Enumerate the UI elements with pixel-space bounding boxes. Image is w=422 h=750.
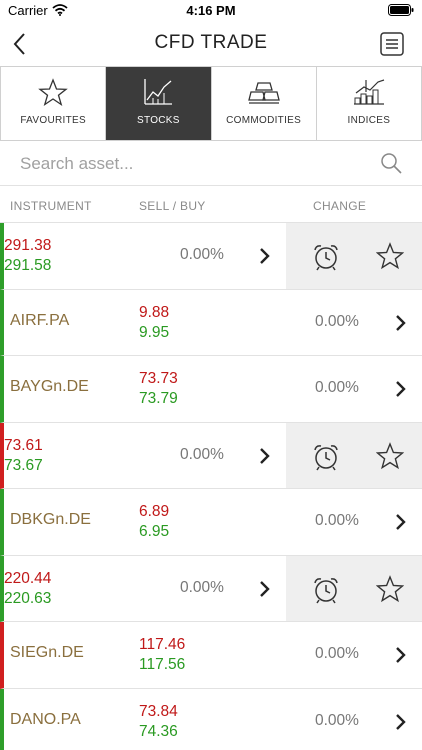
chevron-right-icon[interactable]: [394, 711, 408, 733]
star-icon: [38, 78, 68, 107]
battery-icon: [388, 4, 414, 16]
instrument-name: DANO.PA: [10, 710, 81, 728]
column-headers: INSTRUMENT SELL / BUY CHANGE: [0, 186, 422, 223]
row-actions: [286, 422, 422, 488]
change-value: 0.00%: [180, 445, 224, 463]
sell-price: 73.61: [4, 436, 43, 454]
instrument-name: DBKGn.DE: [10, 511, 91, 528]
table-row[interactable]: 220.44 220.63 0.00%: [0, 555, 422, 622]
alarm-clock-icon[interactable]: [312, 576, 340, 604]
sell-price: 73.84: [139, 702, 178, 720]
star-icon[interactable]: [376, 574, 404, 603]
column-header-instrument: INSTRUMENT: [10, 199, 92, 213]
alarm-clock-icon[interactable]: [312, 243, 340, 271]
sell-price: 6.89: [139, 503, 170, 520]
chevron-left-icon: [13, 33, 25, 55]
status-bar: Carrier 4:16 PM: [0, 0, 422, 22]
change-value: 0.00%: [315, 512, 359, 529]
alarm-clock-icon[interactable]: [312, 443, 340, 471]
change-value: 0.00%: [180, 246, 224, 263]
tab-label: FAVOURITES: [20, 115, 86, 126]
instrument-name: AIRF.PA: [10, 311, 70, 329]
table-row[interactable]: SIEGn.DE 117.46 117.56 0.00%: [0, 622, 422, 689]
change-value: 0.00%: [315, 312, 359, 330]
buy-price: 6.95: [139, 523, 170, 540]
page-title: CFD TRADE: [154, 32, 268, 53]
buy-price: 117.56: [139, 656, 186, 673]
star-icon[interactable]: [376, 242, 404, 270]
table-row[interactable]: 73.61 73.67 0.00%: [0, 422, 422, 489]
search-bar: [0, 141, 422, 186]
column-header-change: CHANGE: [313, 199, 367, 213]
buy-price: 220.63: [4, 589, 52, 607]
chevron-right-icon[interactable]: [258, 578, 272, 600]
back-button[interactable]: [6, 28, 34, 60]
sell-price: 117.46: [139, 636, 186, 653]
stocks-chart-icon: [144, 79, 173, 105]
tab-stocks[interactable]: STOCKS: [106, 67, 212, 140]
menu-button[interactable]: [380, 32, 404, 56]
table-row[interactable]: BAYGn.DE 73.73 73.79 0.00%: [0, 356, 422, 423]
tab-indices[interactable]: INDICES: [316, 67, 422, 140]
clock: 4:16 PM: [186, 3, 236, 18]
buy-price: 74.36: [139, 722, 178, 740]
change-value: 0.00%: [180, 578, 224, 596]
search-input[interactable]: [20, 151, 360, 177]
tab-commodities[interactable]: COMMODITIES: [211, 67, 317, 140]
navigation-bar: CFD TRADE: [0, 22, 422, 66]
table-row[interactable]: DANO.PA 73.84 74.36 0.00%: [0, 688, 422, 750]
tab-label: STOCKS: [137, 115, 180, 126]
change-value: 0.00%: [315, 645, 359, 662]
buy-price: 73.79: [139, 390, 178, 407]
star-icon[interactable]: [376, 441, 404, 470]
change-value: 0.00%: [315, 379, 359, 396]
sell-price: 9.88: [139, 303, 170, 321]
sell-price: 220.44: [4, 569, 52, 587]
chevron-right-icon[interactable]: [394, 644, 408, 666]
column-header-sell-buy: SELL / BUY: [139, 199, 206, 213]
buy-price: 9.95: [139, 323, 170, 341]
tab-label: COMMODITIES: [226, 115, 302, 126]
change-value: 0.00%: [315, 711, 359, 729]
sell-price: 73.73: [139, 370, 178, 387]
row-actions: [286, 555, 422, 621]
table-row[interactable]: DBKGn.DE 6.89 6.95 0.00%: [0, 489, 422, 556]
buy-price: 73.67: [4, 456, 43, 474]
buy-price: 291.58: [4, 257, 52, 274]
chevron-right-icon[interactable]: [258, 245, 272, 267]
search-icon[interactable]: [380, 152, 402, 174]
chevron-right-icon[interactable]: [394, 312, 408, 334]
chevron-right-icon[interactable]: [394, 378, 408, 400]
category-tabs: FAVOURITES STOCKS COMMODITIES INDICES: [0, 66, 422, 141]
instrument-name: SIEGn.DE: [10, 644, 84, 661]
sell-price: 291.38: [4, 237, 52, 254]
chevron-right-icon[interactable]: [258, 445, 272, 467]
instrument-list: 291.38 291.58 0.00% AIRF.PA 9.88 9.95 0.…: [0, 223, 422, 750]
tab-favourites[interactable]: FAVOURITES: [0, 67, 107, 140]
instrument-name: BAYGn.DE: [10, 378, 89, 395]
table-row[interactable]: 291.38 291.58 0.00%: [0, 223, 422, 290]
chevron-right-icon[interactable]: [394, 511, 408, 533]
indices-chart-icon: [353, 79, 385, 105]
tab-label: INDICES: [347, 115, 391, 126]
row-actions: [286, 223, 422, 289]
table-row[interactable]: AIRF.PA 9.88 9.95 0.00%: [0, 289, 422, 356]
gold-bars-icon: [247, 82, 280, 104]
